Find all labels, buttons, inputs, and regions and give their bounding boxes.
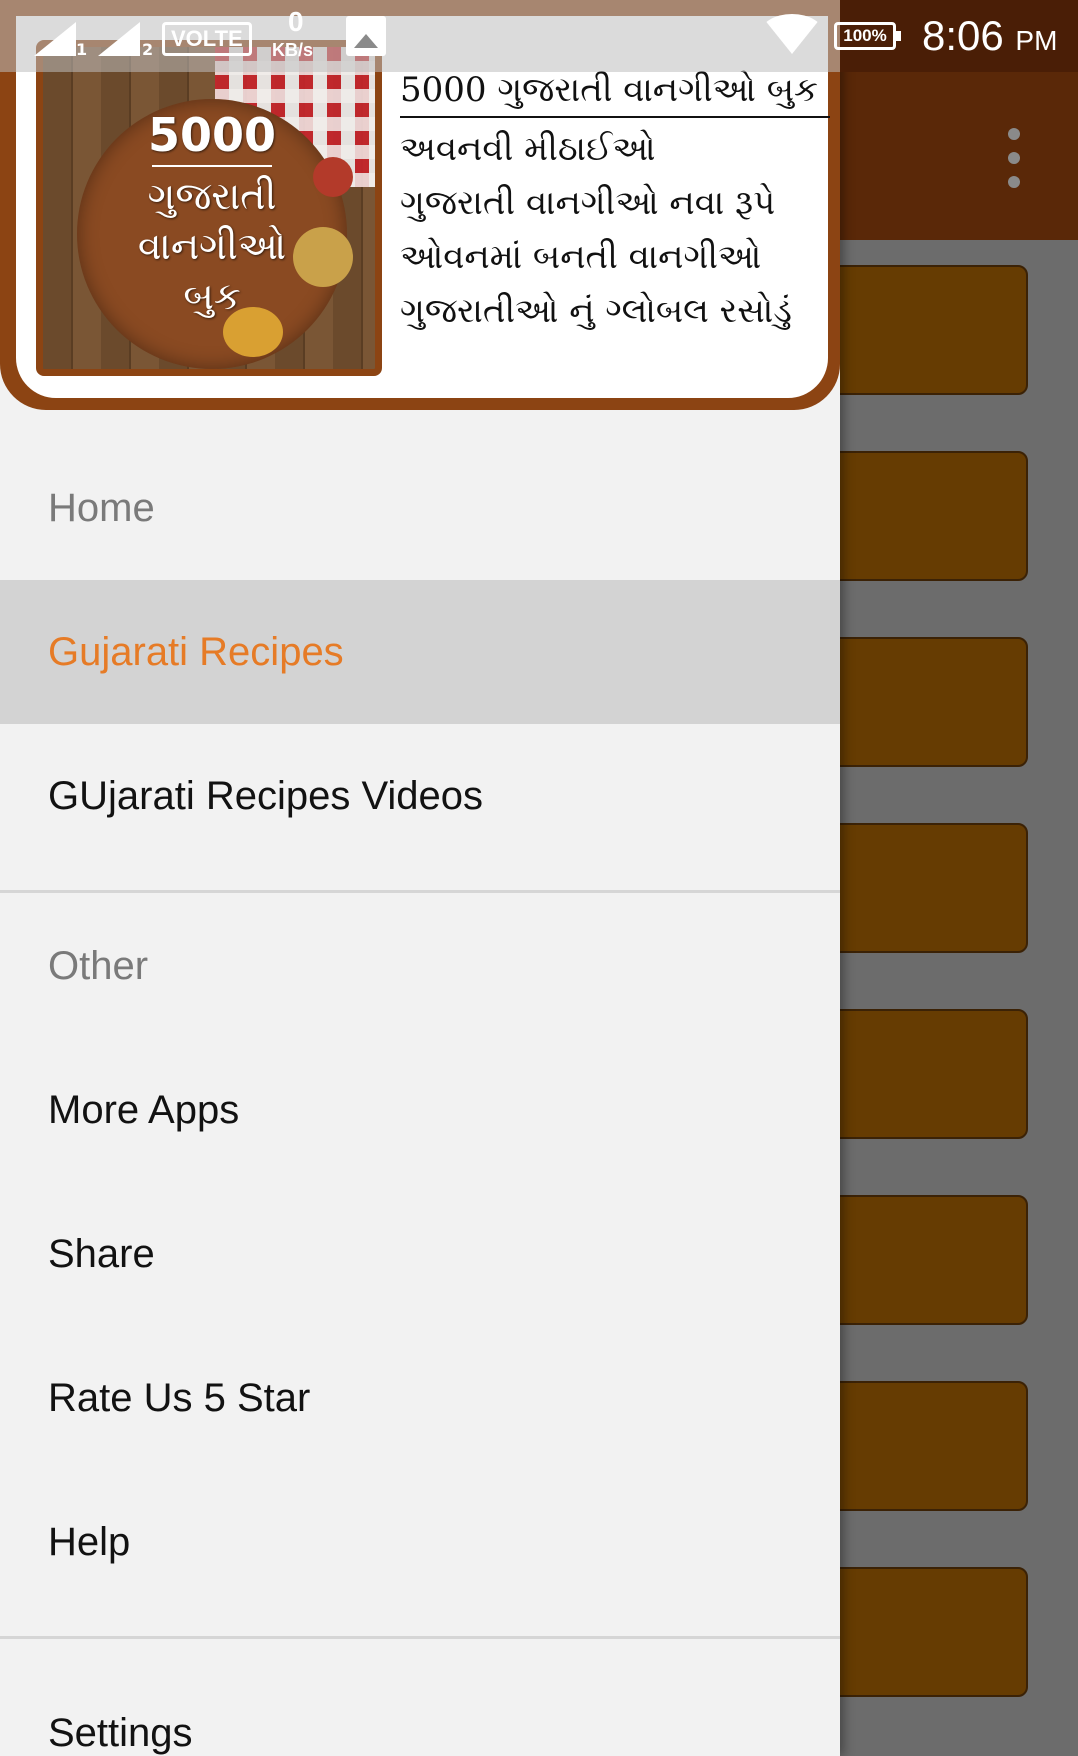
menu-item-more-apps[interactable]: More Apps xyxy=(0,1038,840,1182)
menu-item-gujarati-recipes-videos[interactable]: GUjarati Recipes Videos xyxy=(0,724,840,868)
banner-feature: અવનવી મીઠાઈઓ xyxy=(400,129,656,169)
book-cover-image: 5000 ગુજરાતી વાનગીઓ બુક xyxy=(36,40,382,376)
menu-item-label: Settings xyxy=(48,1711,193,1755)
clock-ampm: PM xyxy=(1015,25,1058,56)
menu-item-label: Home xyxy=(48,485,155,530)
category-card[interactable] xyxy=(820,637,1028,767)
cover-line-2: વાનગીઓ xyxy=(137,224,287,268)
cover-number: 5000 xyxy=(147,108,277,162)
volte-badge: VOLTE xyxy=(162,22,252,56)
menu-divider xyxy=(0,1636,840,1639)
banner-feature: ગુજરાતી વાનગીઓ નવા રૂપે xyxy=(400,183,776,223)
clock-time: 8:06 xyxy=(922,12,1004,59)
image-notification-icon xyxy=(346,16,386,56)
category-card[interactable] xyxy=(820,1567,1028,1697)
menu-item-help[interactable]: Help xyxy=(0,1470,840,1614)
battery-icon: 100% xyxy=(834,22,901,50)
category-card[interactable] xyxy=(820,823,1028,953)
banner-feature: ઓવનમાં બનતી વાનગીઓ xyxy=(400,237,762,277)
menu-divider xyxy=(0,890,840,893)
menu-item-share[interactable]: Share xyxy=(0,1182,840,1326)
menu-item-gujarati-recipes[interactable]: Gujarati Recipes xyxy=(0,580,840,724)
menu-item-rate-us[interactable]: Rate Us 5 Star xyxy=(0,1326,840,1470)
category-card[interactable] xyxy=(820,451,1028,581)
category-card[interactable] xyxy=(820,1381,1028,1511)
signal-sim1-icon xyxy=(34,22,76,56)
menu-item-home[interactable]: Home xyxy=(0,436,840,580)
sim1-label: 1 xyxy=(76,40,88,59)
clock: 8:06 PM xyxy=(922,12,1057,60)
cover-title: 5000 ગુજરાતી વાનગીઓ બુક xyxy=(77,107,347,321)
category-card[interactable] xyxy=(820,265,1028,395)
signal-sim2-icon xyxy=(98,22,140,56)
menu-item-label: GUjarati Recipes Videos xyxy=(48,773,484,818)
category-card[interactable] xyxy=(820,1009,1028,1139)
wifi-icon xyxy=(760,14,824,54)
menu-item-label: Help xyxy=(48,1519,131,1564)
cover-line-1: ગુજરાતી xyxy=(147,174,277,218)
banner-feature-list: 5000 ગુજરાતી વાનગીઓ બુક અવનવી મીઠાઈઓ ગુજ… xyxy=(400,68,830,338)
banner-title: 5000 ગુજરાતી વાનગીઓ બુક xyxy=(400,68,830,118)
more-options-icon[interactable] xyxy=(1004,128,1024,188)
menu-item-label: Rate Us 5 Star xyxy=(48,1375,311,1420)
network-speed-unit: KB/s xyxy=(272,40,314,60)
network-speed-value: 0 xyxy=(288,6,304,37)
cover-line-3: બુક xyxy=(183,274,241,318)
banner-feature: ગુજરાતીઓ નું ગ્લોબલ રસોડું xyxy=(400,291,792,331)
status-bar: 1 2 VOLTE 0 KB/s 100% 8:06 PM xyxy=(0,0,1078,72)
navigation-drawer: 5000 ગુજરાતી વાનગીઓ બુક 5000 ગુજરાતી વાન… xyxy=(0,0,840,1756)
menu-item-settings[interactable]: Settings xyxy=(0,1664,840,1756)
menu-item-label: Share xyxy=(48,1231,155,1276)
menu-section-header-other: Other xyxy=(0,894,840,1038)
category-card[interactable] xyxy=(820,1195,1028,1325)
section-header-label: Other xyxy=(48,943,149,988)
sim2-label: 2 xyxy=(142,40,154,59)
menu-item-label: Gujarati Recipes xyxy=(48,629,344,674)
menu-item-label: More Apps xyxy=(48,1087,240,1132)
